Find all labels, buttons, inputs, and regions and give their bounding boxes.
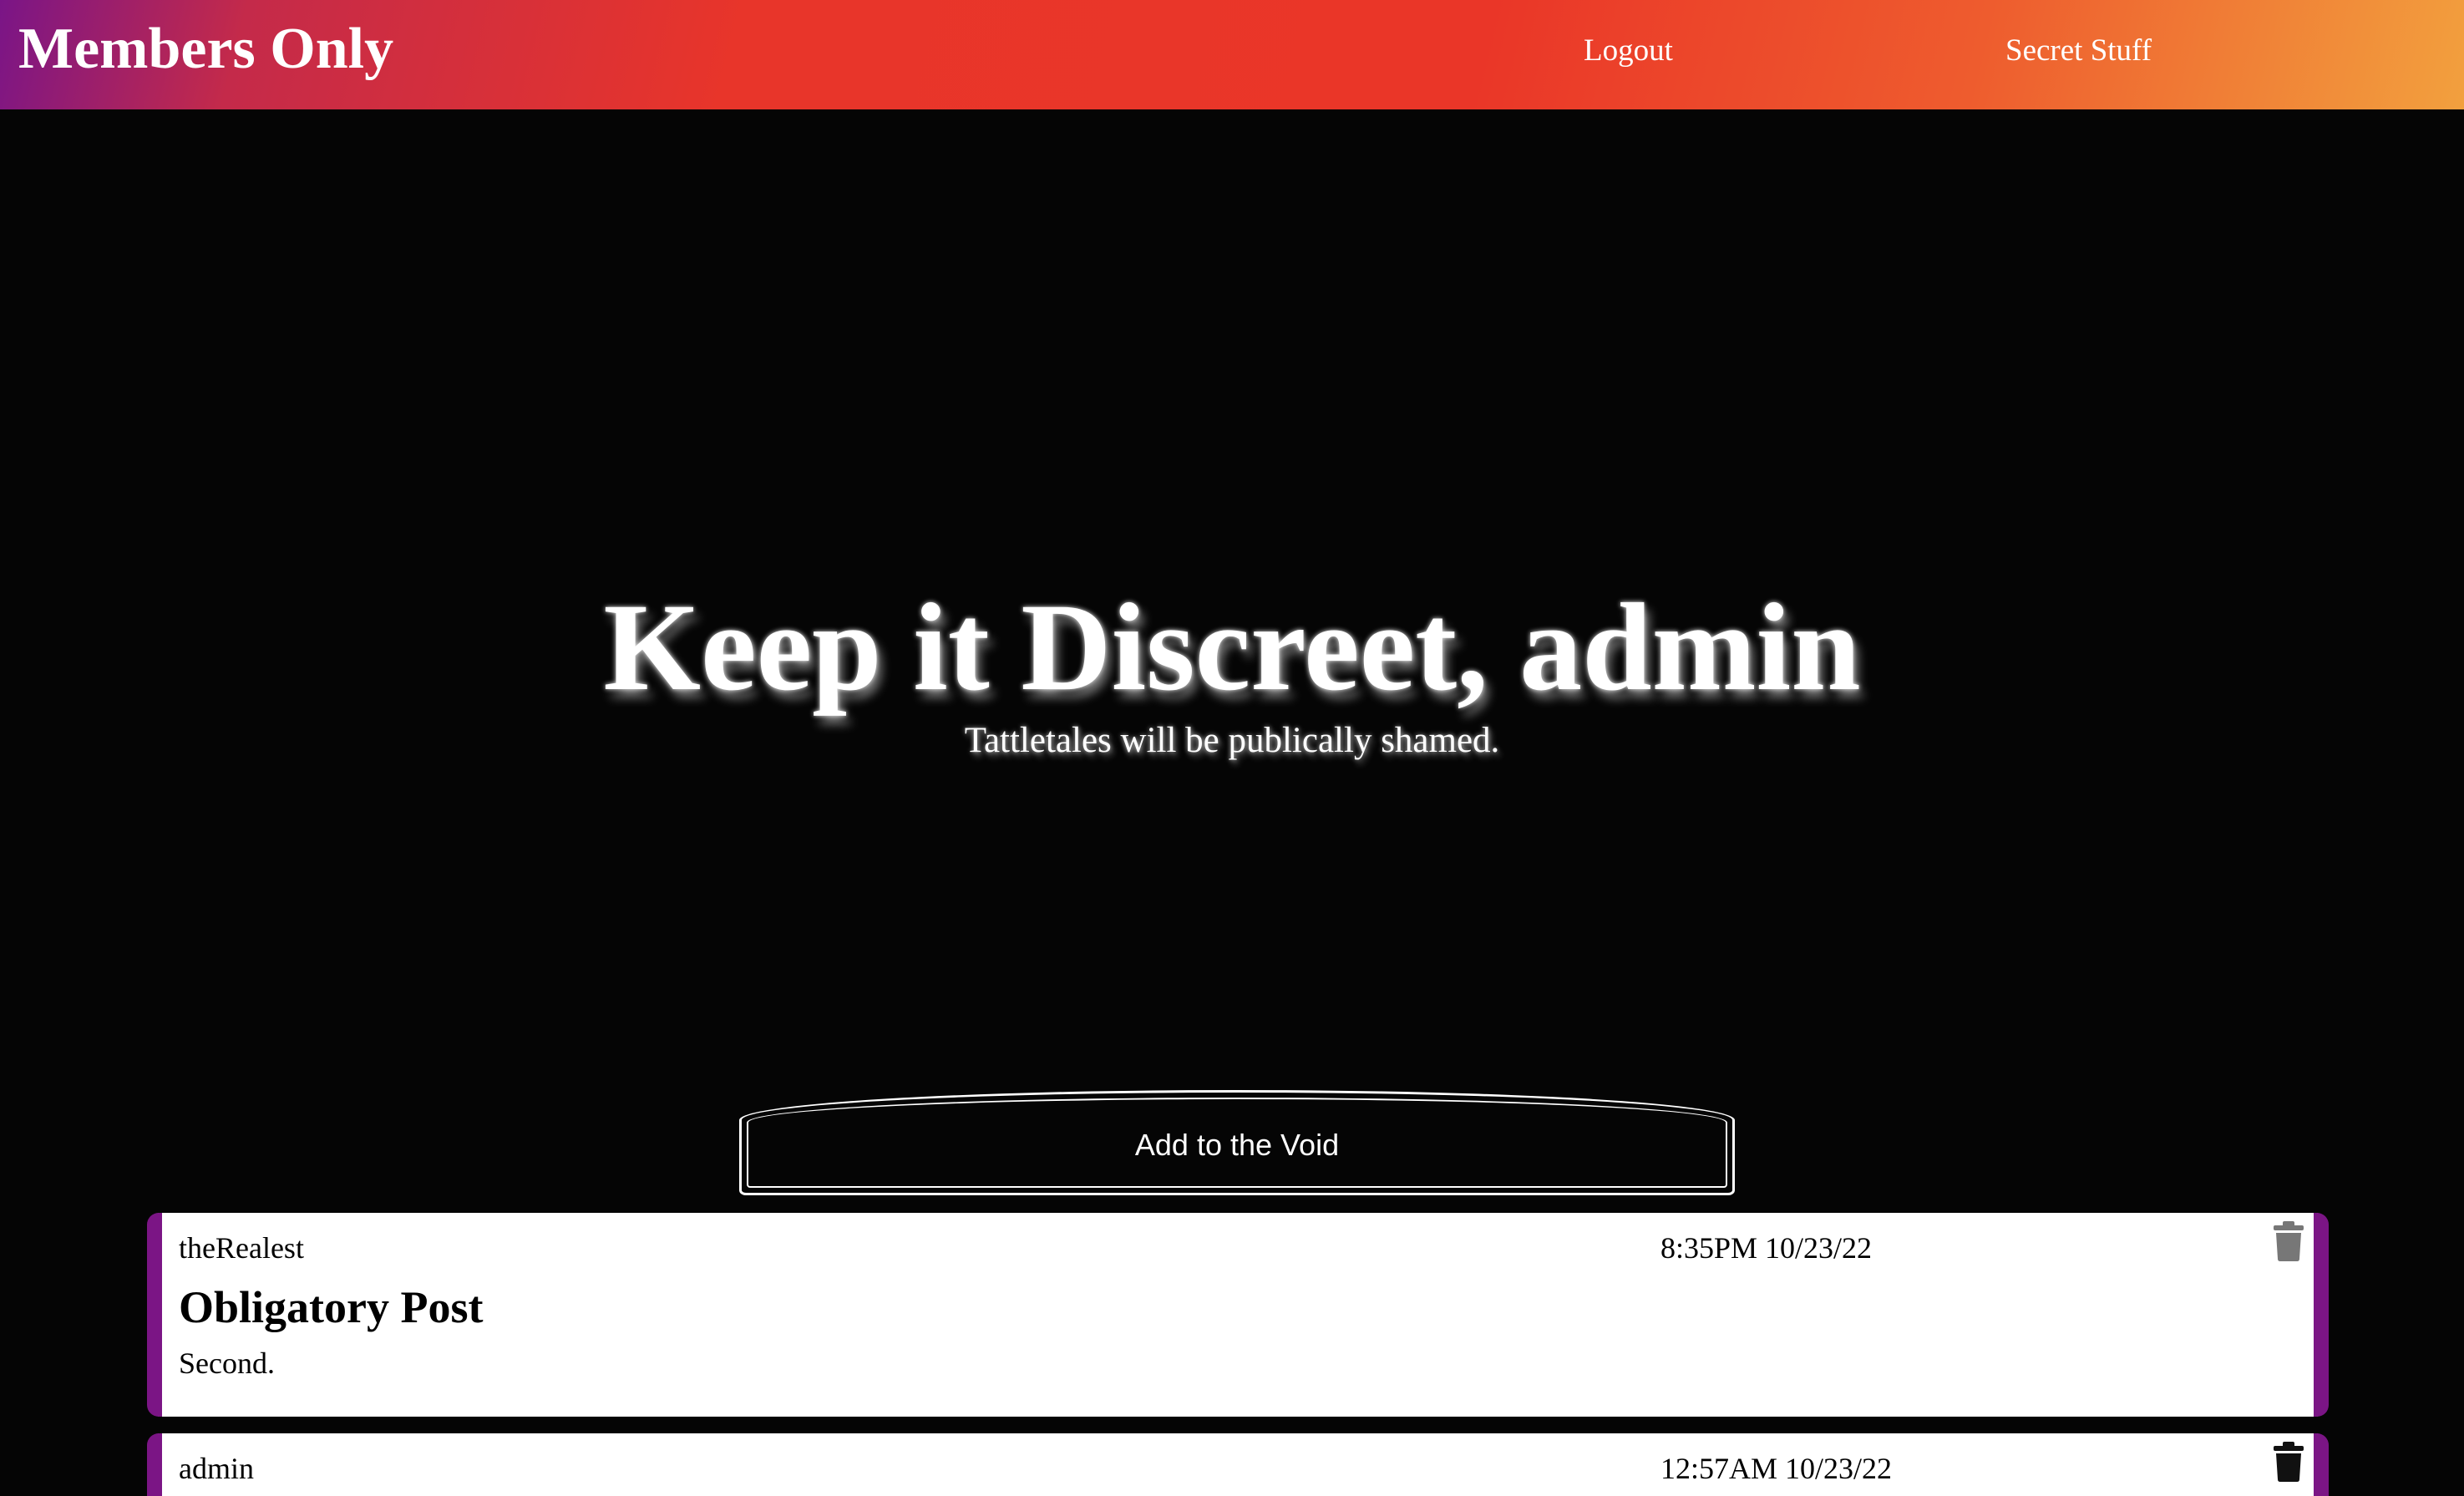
trash-icon[interactable] [2272,1221,2305,1261]
nav-secret-stuff-link[interactable]: Secret Stuff [2005,30,2152,72]
brand-title[interactable]: Members Only [18,12,393,87]
nav-logout-link[interactable]: Logout [1584,30,1673,72]
hero: Keep it Discreet, admin Tattletales will… [0,576,2464,760]
hero-title: Keep it Discreet, admin [603,578,1861,717]
add-to-void-button[interactable]: Add to the Void [739,1090,1735,1195]
post-title: Obligatory Post [179,1282,484,1332]
navbar: Members Only Logout Secret Stuff [0,0,2464,109]
post-body: Second. [179,1346,275,1380]
post-card: admin 12:57AM 10/23/22 [147,1433,2329,1496]
post-author: theRealest [179,1231,304,1265]
hero-subtitle: Tattletales will be publically shamed. [964,721,1500,760]
add-to-void-label: Add to the Void [1134,1128,1340,1162]
post-timestamp: 12:57AM 10/23/22 [1660,1452,1893,1485]
post-card: theRealest 8:35PM 10/23/22 Obligatory Po… [147,1213,2329,1417]
trash-icon[interactable] [2272,1442,2305,1482]
post-timestamp: 8:35PM 10/23/22 [1660,1231,1873,1265]
post-author: admin [179,1452,254,1485]
